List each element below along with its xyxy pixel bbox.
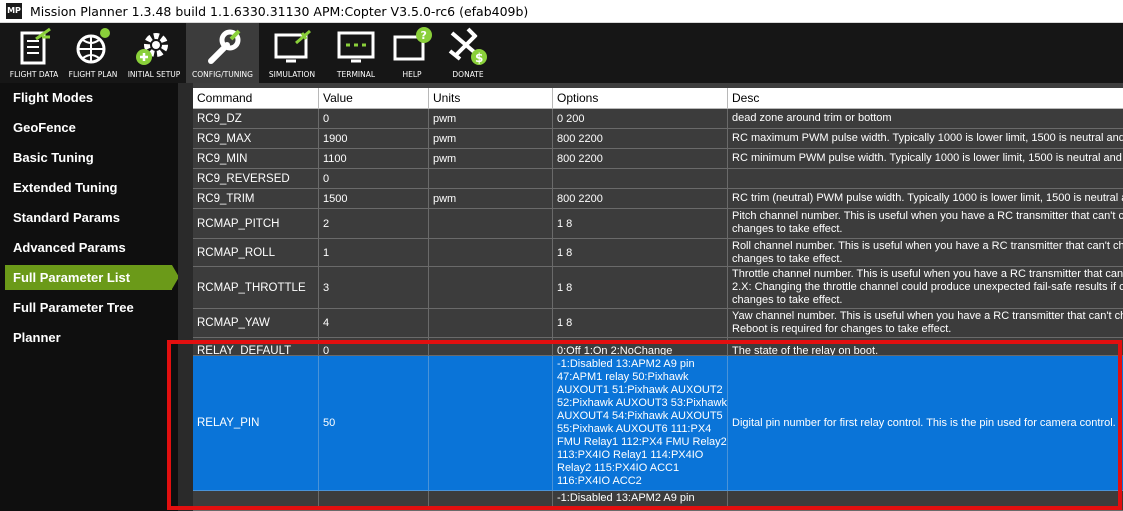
cell-desc: Pitch channel number. This is useful whe…: [728, 209, 1123, 239]
toolbar-button-donate[interactable]: $ DONATE: [440, 23, 496, 83]
cell-options: 800 2200: [553, 129, 728, 149]
cell-desc: The state of the relay on boot.: [728, 338, 1123, 356]
title-bar: MP Mission Planner 1.3.48 build 1.1.6330…: [0, 0, 1123, 23]
main-toolbar: FLIGHT DATA FLIGHT PLAN INITIAL SETUP CONFI…: [0, 23, 1123, 83]
cell-command: RCMAP_PITCH: [193, 209, 319, 239]
cell-desc: Throttle channel number. This is useful …: [728, 267, 1123, 309]
cell-units: [429, 239, 553, 267]
toolbar-button-simulation[interactable]: SIMULATION: [262, 23, 322, 83]
cell-desc: Roll channel number. This is useful when…: [728, 239, 1123, 267]
cell-options: 800 2200: [553, 149, 728, 169]
cell-value[interactable]: 1100: [319, 149, 429, 169]
toolbar-label: DONATE: [452, 70, 484, 79]
cell-units: pwm: [429, 149, 553, 169]
toolbar-button-help[interactable]: ? HELP: [386, 23, 438, 83]
toolbar-label: TERMINAL: [336, 70, 376, 79]
cell-units: [429, 309, 553, 338]
sidebar-item-flight-modes[interactable]: Flight Modes: [5, 85, 172, 110]
window-title: Mission Planner 1.3.48 build 1.1.6330.31…: [30, 4, 529, 19]
cell-value[interactable]: 1500: [319, 189, 429, 209]
column-header-command[interactable]: Command: [193, 88, 319, 109]
column-header-options[interactable]: Options: [553, 88, 728, 109]
cell-value[interactable]: 2: [319, 209, 429, 239]
toolbar-button-terminal[interactable]: TERMINAL: [328, 23, 384, 83]
cell-value[interactable]: 4: [319, 309, 429, 338]
cell-command: RCMAP_ROLL: [193, 239, 319, 267]
cell-value[interactable]: [319, 491, 429, 511]
cell-options: 800 2200: [553, 189, 728, 209]
cell-command: RELAY_PIN: [193, 356, 319, 491]
cell-units: [429, 267, 553, 309]
sidebar-item-advanced-params[interactable]: Advanced Params: [5, 235, 172, 260]
cell-desc: dead zone around trim or bottom: [728, 109, 1123, 129]
cell-options: 1 8: [553, 267, 728, 309]
parameter-grid: Command Value Units Options Desc RC9_DZ 0 pwm 0 …: [193, 83, 1123, 511]
cell-units: pwm: [429, 109, 553, 129]
sidebar-item-full-parameter-list[interactable]: Full Parameter List: [5, 265, 179, 290]
sidebar-item-planner[interactable]: Planner: [5, 325, 172, 350]
cell-units: [429, 209, 553, 239]
toolbar-button-initial-setup[interactable]: INITIAL SETUP: [124, 23, 184, 83]
sidebar-gutter: [178, 83, 193, 511]
app-icon: MP: [6, 3, 22, 19]
cell-options: 0 200: [553, 109, 728, 129]
cell-options: 1 8: [553, 309, 728, 338]
cell-value[interactable]: 0: [319, 169, 429, 189]
cell-command: RC9_MAX: [193, 129, 319, 149]
cell-value[interactable]: 0: [319, 109, 429, 129]
sidebar-item-full-parameter-tree[interactable]: Full Parameter Tree: [5, 295, 172, 320]
sidebar-item-standard-params[interactable]: Standard Params: [5, 205, 172, 230]
toolbar-button-flight-plan[interactable]: FLIGHT PLAN: [64, 23, 122, 83]
svg-text:$: $: [475, 51, 483, 65]
cell-command: RELAY_DEFAULT: [193, 338, 319, 356]
cell-units: pwm: [429, 189, 553, 209]
cell-options: 0:Off 1:On 2:NoChange: [553, 338, 728, 356]
toolbar-label: SIMULATION: [268, 70, 316, 79]
cell-units: [429, 491, 553, 511]
cell-desc: Yaw channel number. This is useful when …: [728, 309, 1123, 338]
toolbar-button-config-tuning[interactable]: CONFIG/TUNING: [186, 23, 259, 83]
cell-command: [193, 491, 319, 511]
column-header-desc[interactable]: Desc: [728, 88, 1123, 109]
cell-value[interactable]: 50: [319, 356, 429, 491]
cell-value[interactable]: 0: [319, 338, 429, 356]
config-sidebar: Flight Modes GeoFence Basic Tuning Extended…: [0, 83, 179, 511]
cell-desc: Digital pin number for first relay contr…: [728, 356, 1123, 491]
cell-command: RC9_DZ: [193, 109, 319, 129]
cell-command: RCMAP_THROTTLE: [193, 267, 319, 309]
column-header-units[interactable]: Units: [429, 88, 553, 109]
sidebar-item-geofence[interactable]: GeoFence: [5, 115, 172, 140]
cell-desc: RC minimum PWM pulse width. Typically 10…: [728, 149, 1123, 169]
toolbar-button-flight-data[interactable]: FLIGHT DATA: [4, 23, 64, 83]
svg-text:?: ?: [421, 29, 427, 42]
cell-units: pwm: [429, 129, 553, 149]
toolbar-label: HELP: [402, 70, 422, 79]
cell-value[interactable]: 1: [319, 239, 429, 267]
cell-options: 1 8: [553, 209, 728, 239]
sidebar-item-extended-tuning[interactable]: Extended Tuning: [5, 175, 172, 200]
toolbar-label: CONFIG/TUNING: [192, 70, 253, 79]
cell-value[interactable]: 1900: [319, 129, 429, 149]
cell-desc: [728, 491, 1123, 511]
toolbar-label: FLIGHT DATA: [9, 70, 59, 79]
toolbar-label: INITIAL SETUP: [127, 70, 181, 79]
cell-desc: RC trim (neutral) PWM pulse width. Typic…: [728, 189, 1123, 209]
cell-command: RCMAP_YAW: [193, 309, 319, 338]
sidebar-item-basic-tuning[interactable]: Basic Tuning: [5, 145, 172, 170]
cell-command: RC9_MIN: [193, 149, 319, 169]
cell-options: 1 8: [553, 239, 728, 267]
cell-options: -1:Disabled 13:APM2 A9 pin: [553, 491, 728, 511]
toolbar-label: FLIGHT PLAN: [68, 70, 118, 79]
cell-value[interactable]: 3: [319, 267, 429, 309]
cell-options: -1:Disabled 13:APM2 A9 pin 47:APM1 relay…: [553, 356, 728, 491]
cell-units: [429, 169, 553, 189]
cell-units: [429, 338, 553, 356]
cell-units: [429, 356, 553, 491]
cell-desc: [728, 169, 1123, 189]
column-header-value[interactable]: Value: [319, 88, 429, 109]
cell-command: RC9_TRIM: [193, 189, 319, 209]
cell-options: [553, 169, 728, 189]
cell-command: RC9_REVERSED: [193, 169, 319, 189]
cell-desc: RC maximum PWM pulse width. Typically 10…: [728, 129, 1123, 149]
